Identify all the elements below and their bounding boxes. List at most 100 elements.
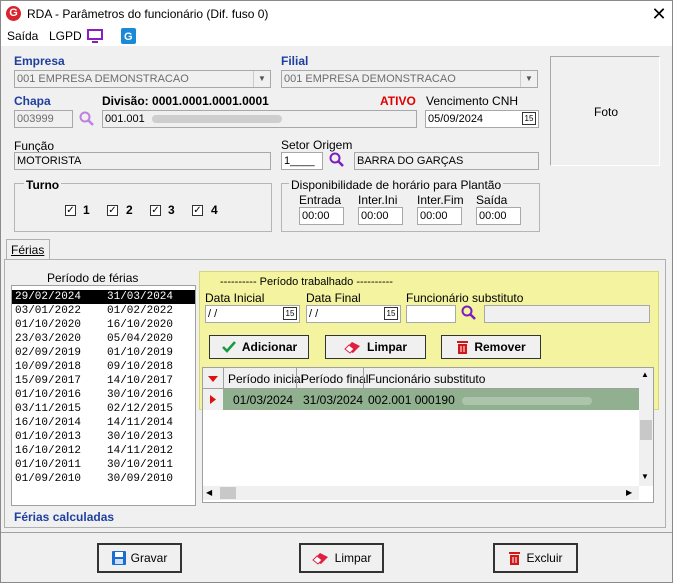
- remover-label: Remover: [474, 340, 526, 354]
- photo-frame[interactable]: Foto: [550, 56, 660, 166]
- turno-2-checkbox[interactable]: ✓: [107, 205, 118, 216]
- scroll-down-icon[interactable]: ▼: [641, 472, 649, 481]
- period-start: 15/09/2017: [15, 375, 82, 387]
- data-final-input[interactable]: / / 15: [306, 305, 401, 323]
- chevron-down-icon[interactable]: ▼: [253, 71, 270, 87]
- scroll-up-icon[interactable]: ▲: [641, 370, 649, 379]
- tab-ferias-label: Férias: [11, 243, 45, 257]
- setor-label: Setor Origem: [281, 138, 353, 152]
- menu-saida[interactable]: Saída: [7, 29, 38, 43]
- turno-1-checkbox[interactable]: ✓: [65, 205, 76, 216]
- vertical-scrollbar[interactable]: ▲ ▼: [639, 368, 653, 486]
- list-item[interactable]: 03/11/2015 02/12/2015: [15, 402, 195, 416]
- chapa-input[interactable]: 003999: [14, 110, 73, 128]
- turno-1-label: 1: [83, 203, 90, 217]
- list-item[interactable]: 01/10/2013 30/10/2013: [15, 430, 195, 444]
- calendar-icon[interactable]: 15: [522, 112, 536, 125]
- limpar-panel-button[interactable]: Limpar: [325, 335, 426, 359]
- periodo-trabalhado-title: ---------- Período trabalhado ----------: [220, 276, 393, 288]
- vencimento-input[interactable]: 05/09/2024 15: [425, 110, 539, 128]
- calendar-icon[interactable]: 15: [283, 307, 297, 320]
- substituto-label: Funcionário substituto: [406, 291, 524, 305]
- entrada-input[interactable]: 00:00: [299, 207, 344, 225]
- search-icon[interactable]: [79, 111, 95, 130]
- sort-down-icon[interactable]: [207, 373, 219, 387]
- scroll-thumb[interactable]: [640, 420, 652, 440]
- grid-col-substituto[interactable]: Funcionário substituto: [368, 372, 485, 386]
- gravar-button[interactable]: Gravar: [97, 543, 182, 573]
- scroll-right-icon[interactable]: ▶: [626, 488, 632, 497]
- menu-lgpd[interactable]: LGPD: [49, 29, 82, 43]
- period-end: 02/12/2015: [107, 403, 174, 415]
- period-end: 14/10/2017: [107, 375, 174, 387]
- menu-bar: Saída LGPD G: [1, 28, 672, 46]
- g-app-icon[interactable]: G: [121, 28, 136, 47]
- search-icon[interactable]: [329, 152, 345, 171]
- eraser-icon: [311, 553, 328, 565]
- divisao-field: 001.001: [102, 110, 417, 128]
- substituto-code-input[interactable]: [406, 305, 456, 323]
- list-item[interactable]: 01/10/2011 30/10/2011: [15, 458, 195, 472]
- data-final-value: / /: [309, 308, 319, 320]
- saida-input[interactable]: 00:00: [476, 207, 521, 225]
- limpar-label: Limpar: [334, 551, 372, 565]
- inter-ini-input[interactable]: 00:00: [358, 207, 403, 225]
- period-end: 14/11/2014: [107, 417, 174, 429]
- period-end: 31/03/2024: [107, 291, 174, 303]
- saida-label: Saída: [476, 193, 508, 207]
- title-bar: G RDA - Parâmetros do funcionário (Dif. …: [1, 1, 672, 28]
- adicionar-button[interactable]: Adicionar: [209, 335, 309, 359]
- period-end: 14/11/2012: [107, 445, 174, 457]
- trash-icon: [509, 551, 521, 565]
- turno-4-checkbox[interactable]: ✓: [192, 205, 203, 216]
- empresa-value: 001 EMPRESA DEMONSTRACAO: [17, 73, 189, 85]
- excluir-button[interactable]: Excluir: [493, 543, 578, 573]
- scroll-thumb[interactable]: [220, 487, 236, 499]
- close-icon[interactable]: ✕: [649, 3, 669, 25]
- monitor-icon[interactable]: [87, 29, 103, 47]
- funcao-field: MOTORISTA: [14, 152, 271, 170]
- horizontal-scrollbar[interactable]: ◀ ▶: [203, 486, 639, 500]
- period-start: 23/03/2020: [15, 333, 82, 345]
- list-item[interactable]: 10/09/2018 09/10/2018: [15, 360, 195, 374]
- scroll-left-icon[interactable]: ◀: [206, 488, 212, 497]
- filial-value: 001 EMPRESA DEMONSTRACAO: [284, 73, 456, 85]
- entrada-label: Entrada: [299, 193, 342, 207]
- period-end: 30/10/2013: [107, 431, 174, 443]
- setor-code-input[interactable]: 1____: [281, 152, 323, 170]
- limpar-button[interactable]: Limpar: [299, 543, 384, 573]
- chevron-down-icon[interactable]: ▼: [520, 71, 537, 87]
- divisao-label: Divisão: 0001.0001.0001.0001: [102, 94, 269, 108]
- grid-col-inicial[interactable]: Período inicial: [228, 372, 303, 386]
- list-item[interactable]: 01/10/2020 16/10/2020: [15, 318, 195, 332]
- turno-3-checkbox[interactable]: ✓: [150, 205, 161, 216]
- periodo-ferias-header: Período de férias: [47, 271, 139, 285]
- list-item[interactable]: 29/02/2024 31/03/2024: [15, 290, 195, 304]
- period-start: 10/09/2018: [15, 361, 82, 373]
- list-item[interactable]: 02/09/2019 01/10/2019: [15, 346, 195, 360]
- list-item[interactable]: 01/10/2016 30/10/2016: [15, 388, 195, 402]
- inter-fim-input[interactable]: 00:00: [417, 207, 462, 225]
- list-item[interactable]: 15/09/2017 14/10/2017: [15, 374, 195, 388]
- filial-select[interactable]: 001 EMPRESA DEMONSTRACAO ▼: [281, 70, 538, 88]
- remover-button[interactable]: Remover: [441, 335, 541, 359]
- period-start: 16/10/2014: [15, 417, 82, 429]
- tab-ferias[interactable]: Férias: [6, 239, 50, 260]
- list-item[interactable]: 16/10/2012 14/11/2012: [15, 444, 195, 458]
- funcao-label: Função: [14, 139, 55, 153]
- period-end: 30/10/2016: [107, 389, 174, 401]
- list-item[interactable]: 23/03/2020 05/04/2020: [15, 332, 195, 346]
- chapa-label: Chapa: [14, 94, 51, 108]
- list-item[interactable]: 01/09/2010 30/09/2010: [15, 472, 195, 486]
- search-icon[interactable]: [461, 305, 477, 324]
- period-start: 01/10/2013: [15, 431, 82, 443]
- data-inicial-value: / /: [208, 308, 218, 320]
- list-item[interactable]: 03/01/2022 01/02/2022: [15, 304, 195, 318]
- grid-col-final[interactable]: Período final: [301, 372, 368, 386]
- calendar-icon[interactable]: 15: [384, 307, 398, 320]
- list-item[interactable]: 16/10/2014 14/11/2014: [15, 416, 195, 430]
- data-inicial-input[interactable]: / / 15: [205, 305, 300, 323]
- empresa-select[interactable]: 001 EMPRESA DEMONSTRACAO ▼: [14, 70, 271, 88]
- inter-fim-label: Inter.Fim: [417, 193, 464, 207]
- data-final-label: Data Final: [306, 291, 361, 305]
